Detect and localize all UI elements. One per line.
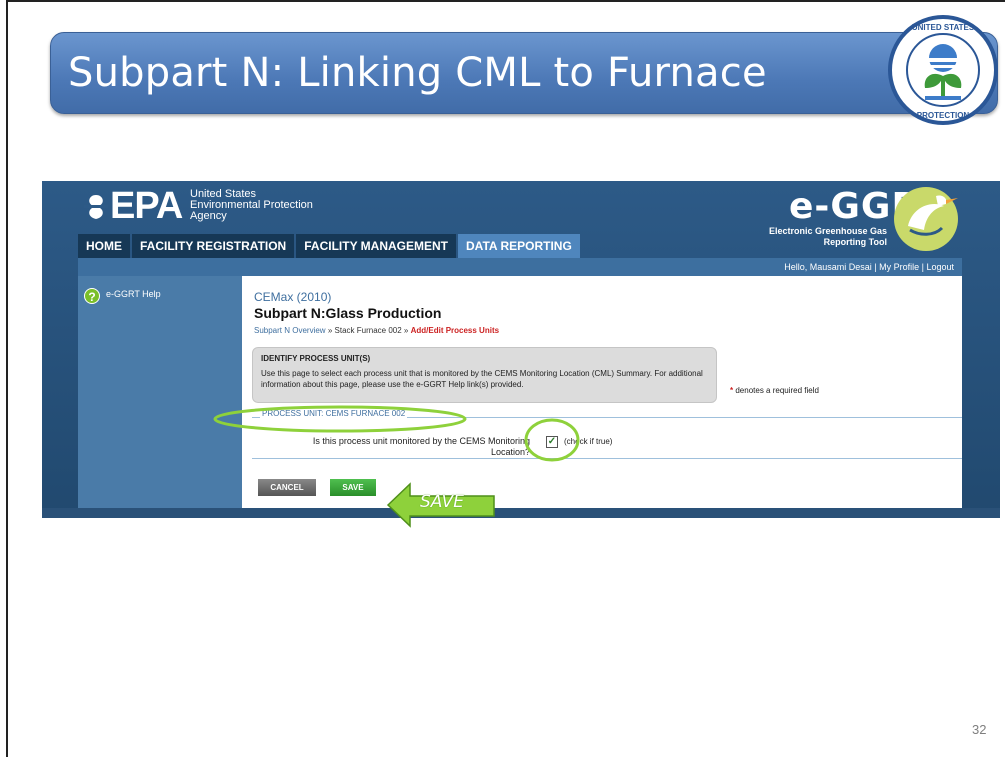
- slide-border-left: [6, 0, 8, 757]
- app-subtitle: Electronic Greenhouse Gas Reporting Tool: [742, 226, 887, 248]
- embedded-screenshot: EPA United States Environmental Protecti…: [42, 181, 1000, 518]
- monitored-question: Is this process unit monitored by the CE…: [312, 436, 530, 457]
- epa-seal-icon: UNITED STATES PROTECTION: [888, 15, 998, 125]
- process-unit-divider-bottom: [252, 458, 962, 459]
- logout-link[interactable]: Logout: [926, 262, 954, 272]
- screenshot-footer: [42, 508, 1000, 518]
- tab-facility-registration[interactable]: FACILITY REGISTRATION: [132, 234, 295, 258]
- app-subtitle-line-1: Electronic Greenhouse Gas: [768, 226, 887, 236]
- facility-name: CEMax (2010): [254, 290, 332, 304]
- user-greeting: Hello, Mausami Desai: [784, 262, 872, 272]
- tab-data-reporting[interactable]: DATA REPORTING: [458, 234, 580, 258]
- page-title: Subpart N:Glass Production: [254, 305, 442, 321]
- svg-text:UNITED STATES: UNITED STATES: [912, 23, 975, 32]
- process-unit-label: PROCESS UNIT: CEMS FURNACE 002: [260, 409, 408, 418]
- epa-flower-icon: [84, 195, 108, 219]
- breadcrumb: Subpart N Overview » Stack Furnace 002 »…: [254, 326, 499, 335]
- help-link[interactable]: e-GGRT Help: [106, 289, 161, 299]
- agency-line-3: Agency: [190, 210, 227, 222]
- tab-facility-management[interactable]: FACILITY MANAGEMENT: [296, 234, 457, 258]
- sidebar: ? e-GGRT Help: [78, 276, 242, 508]
- cancel-button[interactable]: CANCEL: [258, 479, 316, 496]
- checkbox-hint: (check if true): [564, 437, 613, 446]
- heron-logo-icon: [894, 187, 958, 251]
- slide-page-number: 32: [972, 722, 987, 737]
- slide-title: Subpart N: Linking CML to Furnace: [68, 50, 767, 96]
- main-content: CEMax (2010) Subpart N:Glass Production …: [242, 276, 962, 508]
- svg-text:PROTECTION: PROTECTION: [917, 111, 970, 120]
- epa-logo: EPA United States Environmental Protecti…: [82, 185, 382, 229]
- monitored-checkbox[interactable]: ✓: [546, 436, 558, 448]
- save-button[interactable]: SAVE: [330, 479, 376, 496]
- user-bar: Hello, Mausami Desai | My Profile | Logo…: [78, 258, 962, 276]
- required-note-text: denotes a required field: [735, 386, 819, 395]
- help-icon[interactable]: ?: [84, 288, 100, 304]
- agency-name: United States Environmental Protection A…: [190, 189, 313, 222]
- epa-wordmark: EPA: [110, 185, 183, 227]
- save-annotation-label: SAVE: [420, 492, 464, 512]
- breadcrumb-separator: »: [403, 326, 409, 335]
- identify-info-box: IDENTIFY PROCESS UNIT(S) Use this page t…: [252, 347, 717, 403]
- main-tabs: HOME FACILITY REGISTRATION FACILITY MANA…: [78, 234, 582, 258]
- identify-title: IDENTIFY PROCESS UNIT(S): [261, 354, 371, 363]
- slide-border-top: [6, 0, 1005, 2]
- app-subtitle-line-2: Reporting Tool: [823, 237, 887, 247]
- breadcrumb-current: Add/Edit Process Units: [410, 326, 500, 335]
- tab-home[interactable]: HOME: [78, 234, 130, 258]
- breadcrumb-furnace[interactable]: Stack Furnace 002: [335, 326, 402, 335]
- required-note: * denotes a required field: [730, 386, 819, 395]
- my-profile-link[interactable]: My Profile: [879, 262, 919, 272]
- identify-text: Use this page to select each process uni…: [261, 369, 703, 389]
- breadcrumb-overview[interactable]: Subpart N Overview: [254, 326, 326, 335]
- breadcrumb-separator: »: [327, 326, 333, 335]
